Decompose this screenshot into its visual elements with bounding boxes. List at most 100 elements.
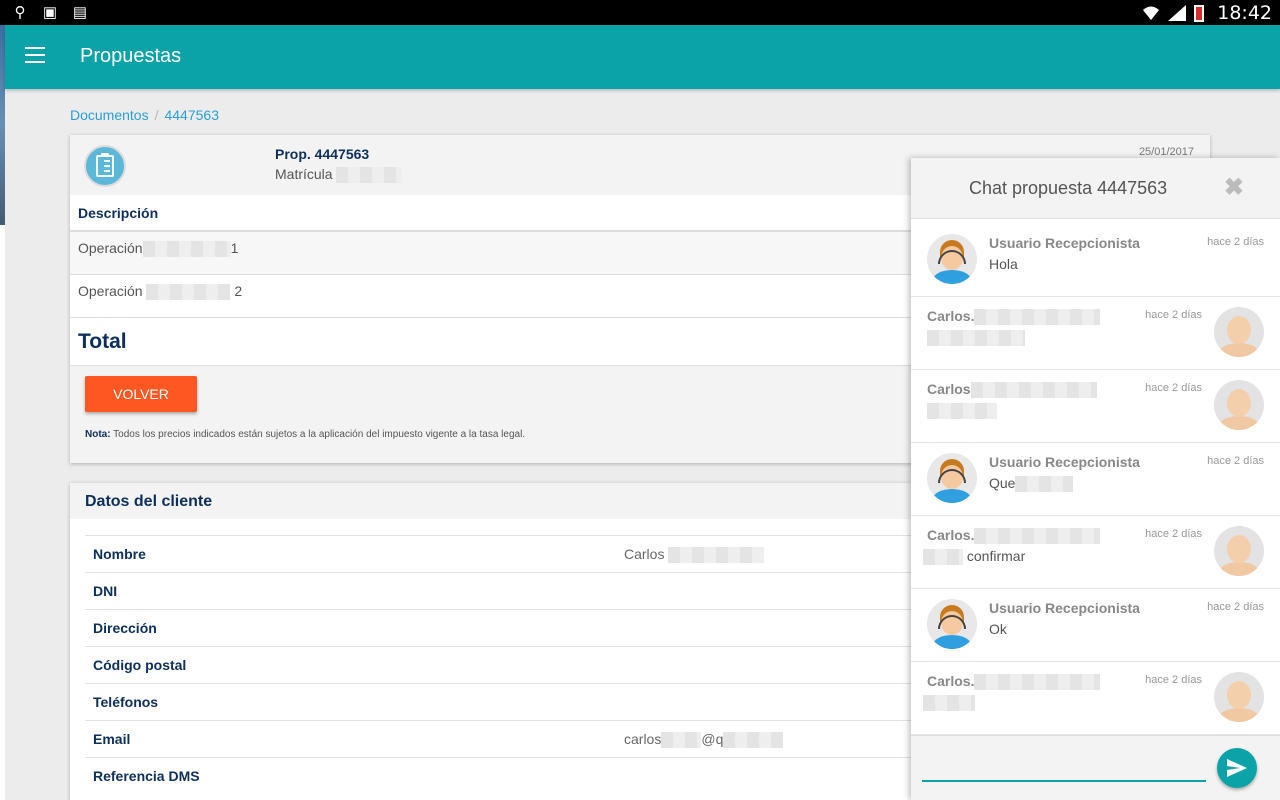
author-name: Carlos. [927,527,975,543]
author-name: Carlos. [927,308,975,324]
clipboard-icon [84,145,126,187]
message-text-content: Que [989,475,1016,491]
redacted-text [927,403,997,420]
message-text: Que [989,475,1074,493]
field-label: Código postal [93,657,187,673]
status-bar: ⚲ ▣ ▤ 18:42 [0,0,1280,25]
message-author: Usuario Recepcionista [989,454,1140,470]
chat-header: Chat propuesta 4447563 ✖ [911,158,1280,219]
field-value-text: Carlos [624,546,665,562]
chat-message-input[interactable] [922,748,1206,782]
status-notifications: ⚲ ▣ ▤ [10,3,90,22]
agent-avatar [927,453,977,503]
breadcrumb-documentos[interactable]: Documentos [70,107,149,123]
message-author: Usuario Recepcionista [989,600,1140,616]
message-author: Carlos [927,381,1097,399]
app-title: Propuestas [80,45,182,67]
usb-icon: ⚲ [14,4,26,21]
chat-message: Carlos. hace 2 días [911,662,1280,735]
user-avatar [1214,672,1264,722]
field-label: Nombre [93,546,146,562]
field-value: carlos @q [624,731,784,749]
proposal-plate: Matrícula [275,166,403,184]
agent-avatar [927,234,977,284]
message-text: Hola [989,256,1018,272]
field-label: Email [93,731,131,747]
message-text [927,329,1025,347]
redacted-text [923,695,975,712]
message-author: Carlos. [927,527,1101,545]
field-label: Referencia DMS [93,768,200,784]
wifi-icon [1143,6,1160,20]
chat-message: Carlos hace 2 días [911,370,1280,443]
redacted-text [661,732,702,749]
redacted-text [974,528,1101,545]
field-label: Dirección [93,620,157,636]
breadcrumb-separator: / [154,107,159,123]
field-value-suffix: @q [701,731,724,747]
chat-message: Usuario Recepcionista Ok hace 2 días [911,589,1280,662]
message-text: Ok [989,621,1007,637]
redacted-text [146,284,231,301]
message-author: Usuario Recepcionista [989,235,1140,251]
send-icon [1227,759,1247,777]
message-time: hace 2 días [1145,382,1202,394]
chat-footer [911,735,1280,800]
send-button[interactable] [1217,748,1257,788]
user-avatar [1214,526,1264,576]
message-time: hace 2 días [1207,455,1264,467]
redacted-text [1015,476,1074,493]
message-time: hace 2 días [1207,601,1264,613]
proposal-date: 25/01/2017 [1138,146,1194,158]
message-time: hace 2 días [1145,528,1202,540]
redacted-text [923,549,963,566]
plate-label: Matrícula [275,166,333,182]
signal-icon [1168,4,1187,21]
user-avatar [1214,307,1264,357]
message-time: hace 2 días [1145,674,1202,686]
agent-avatar [927,599,977,649]
battery-icon [1194,4,1205,22]
message-author: Carlos. [927,673,1101,691]
chat-message: Carlos. confirmar hace 2 días [911,516,1280,589]
author-name: Carlos [927,381,971,397]
author-name: Carlos. [927,673,975,689]
message-author: Carlos. [927,308,1101,326]
redacted-text [974,674,1101,691]
message-time: hace 2 días [1145,309,1202,321]
message-text [927,402,997,420]
operation-suffix: 1 [230,240,239,256]
user-avatar [1214,380,1264,430]
price-note: Nota: Todos los precios indicados están … [85,429,525,440]
redacted-text [970,382,1097,399]
breadcrumb-current[interactable]: 4447563 [164,107,219,123]
redacted-text [142,241,231,258]
operation-label: Operación [78,240,143,256]
status-system: 18:42 [1141,0,1272,25]
download-icon: ▤ [72,4,88,21]
redacted-text [927,330,1025,347]
status-time: 18:42 [1217,1,1272,24]
breadcrumb: Documentos / 4447563 [70,107,219,123]
operation-suffix: 2 [234,283,243,299]
app-bar: Propuestas [5,25,1280,89]
close-icon[interactable]: ✖ [1224,173,1244,202]
message-text: confirmar [923,548,1026,566]
field-label: Teléfonos [93,694,159,710]
message-text-content: confirmar [966,548,1026,564]
field-label: DNI [93,583,118,599]
message-time: hace 2 días [1207,236,1264,248]
redacted-text [723,732,784,749]
message-text [923,694,975,712]
back-button[interactable]: VOLVER [85,376,197,412]
note-label: Nota: [85,429,111,440]
chat-message: Usuario Recepcionista Hola hace 2 días [911,224,1280,297]
redacted-text [668,547,765,564]
field-value-text: carlos [624,731,662,747]
chat-message: Carlos. hace 2 días [911,297,1280,370]
chat-message: Usuario Recepcionista Que hace 2 días [911,443,1280,516]
operation-label: Operación [78,283,143,299]
field-value: Carlos [624,546,765,564]
proposal-title: Prop. 4447563 [275,146,370,162]
hamburger-icon[interactable] [25,47,45,67]
